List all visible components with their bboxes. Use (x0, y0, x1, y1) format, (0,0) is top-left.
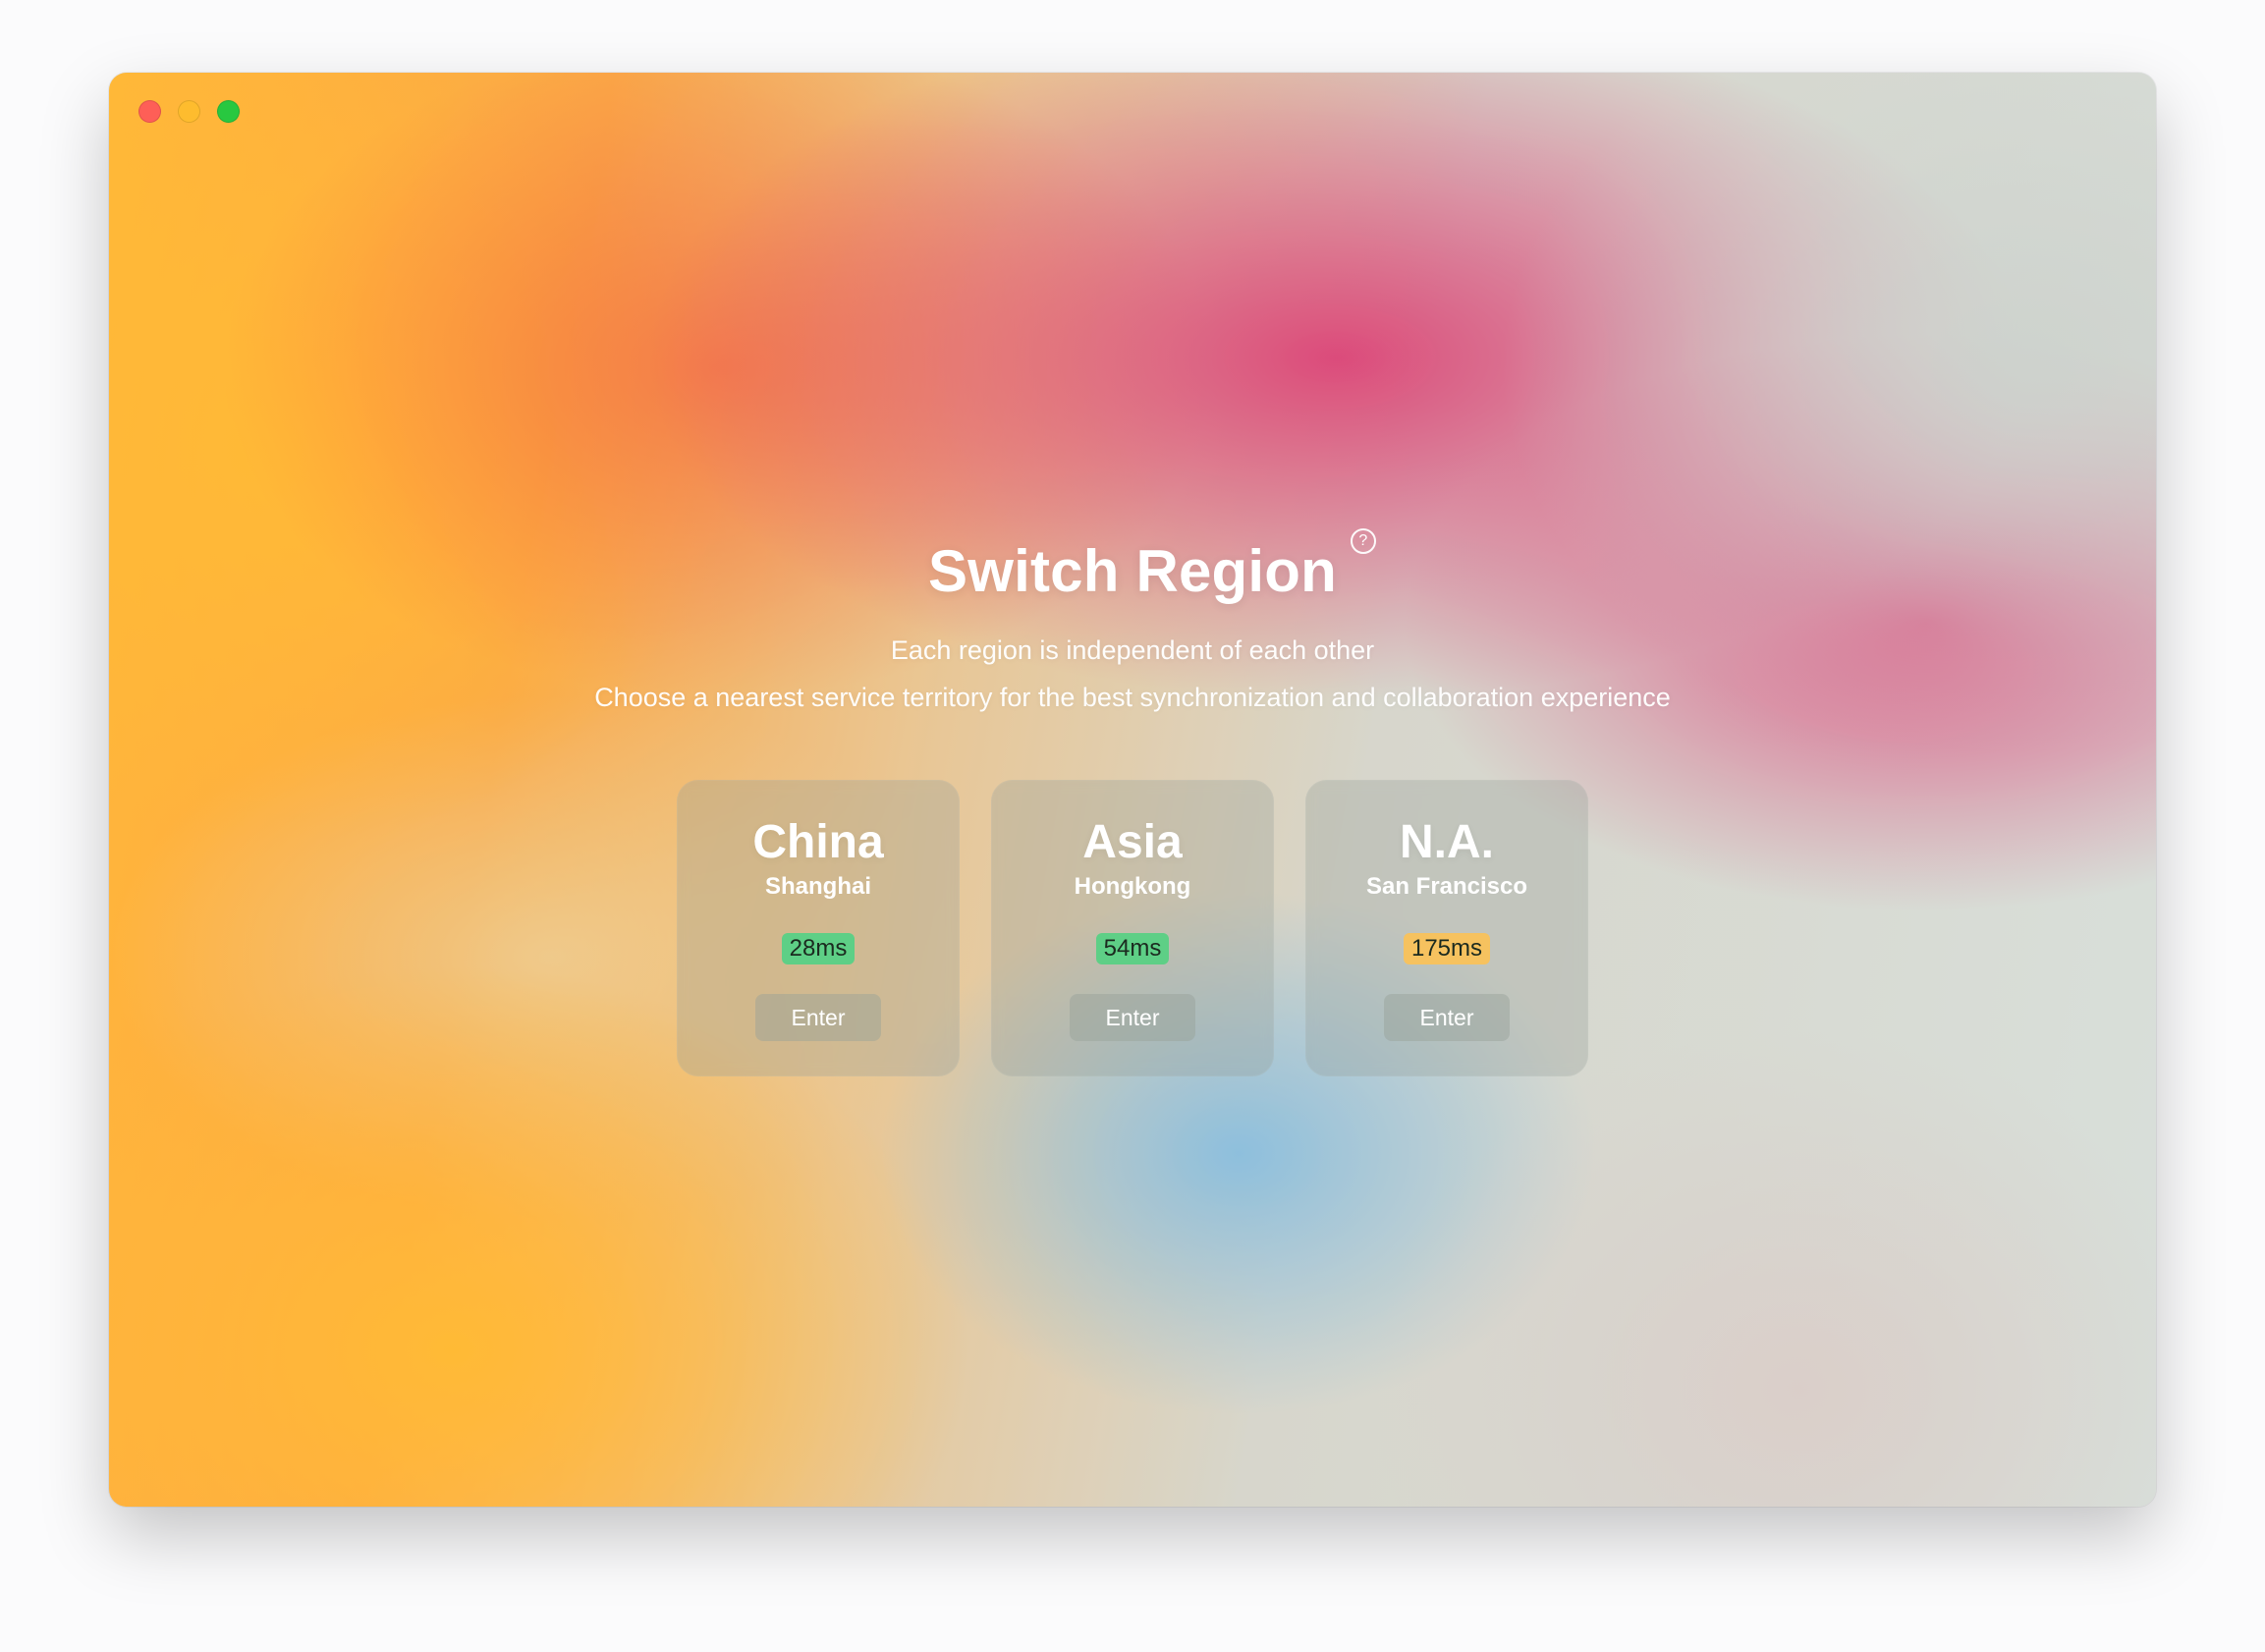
latency-badge: 175ms (1403, 933, 1491, 964)
region-name: Asia (1082, 816, 1183, 868)
enter-na-button[interactable]: Enter (1384, 994, 1510, 1041)
latency-badge: 54ms (1095, 933, 1170, 964)
latency-badge: 28ms (781, 933, 856, 964)
region-card-na: N.A. San Francisco 175ms Enter (1305, 780, 1588, 1076)
zoom-window-button[interactable] (217, 100, 240, 123)
region-switch-view: Switch Region ? Each region is independe… (109, 73, 2156, 1507)
close-window-button[interactable] (138, 100, 161, 123)
title-container: Switch Region ? (109, 528, 2156, 609)
enter-china-button[interactable]: Enter (755, 994, 881, 1041)
app-window: Switch Region ? Each region is independe… (109, 73, 2156, 1507)
minimize-window-button[interactable] (178, 100, 200, 123)
region-name: China (752, 816, 884, 868)
region-card-china: China Shanghai 28ms Enter (677, 780, 960, 1076)
region-card-list: China Shanghai 28ms Enter Asia Hongkong … (677, 780, 1588, 1076)
region-name: N.A. (1400, 816, 1494, 868)
region-city: San Francisco (1365, 873, 1528, 900)
region-city: Hongkong (1074, 873, 1191, 900)
window-controls (138, 100, 240, 123)
page-title-text: Switch Region (928, 538, 1337, 604)
subtitle-line-1: Each region is independent of each other (890, 635, 1375, 665)
subtitle-line-2: Choose a nearest service territory for t… (594, 683, 1671, 712)
region-card-asia: Asia Hongkong 54ms Enter (991, 780, 1274, 1076)
enter-asia-button[interactable]: Enter (1070, 994, 1195, 1041)
region-city: Shanghai (764, 873, 871, 900)
page-title: Switch Region ? (928, 528, 1376, 609)
question-circle-icon[interactable]: ? (1350, 528, 1376, 554)
